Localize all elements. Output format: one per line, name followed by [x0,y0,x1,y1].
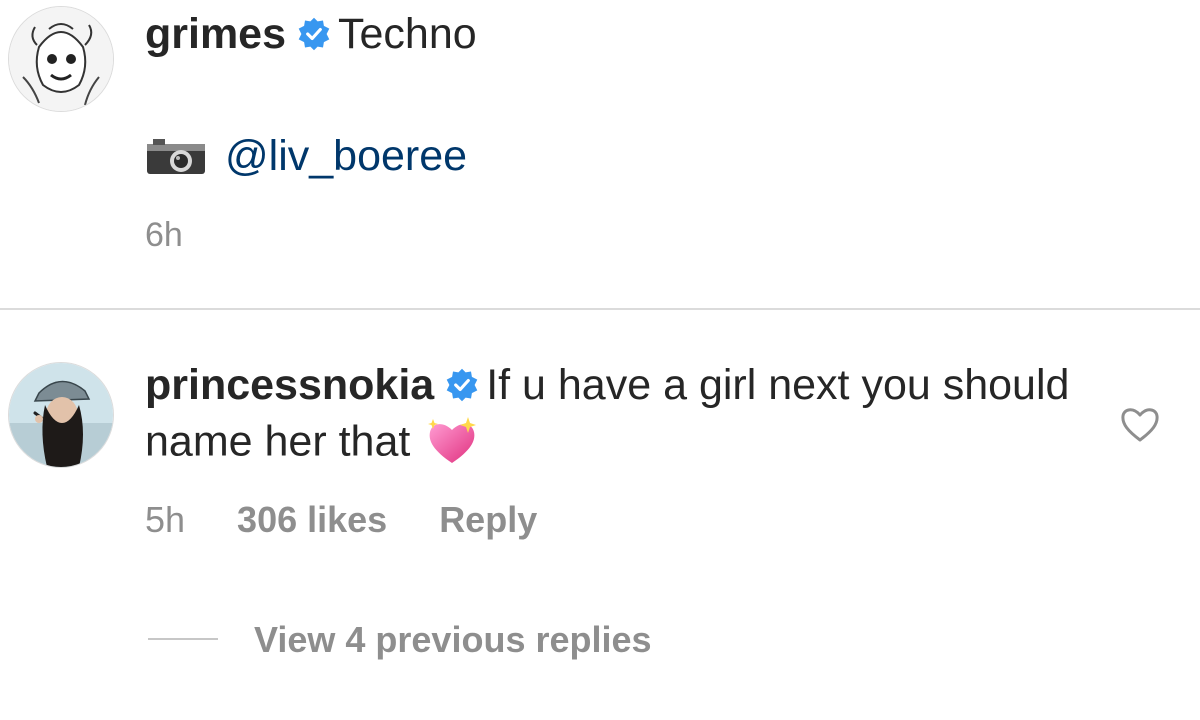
verified-badge-icon [298,17,330,50]
sketch-portrait-icon [9,7,113,111]
sparkling-heart-icon [428,417,477,463]
caption-text: Techno [338,10,477,58]
likes-count[interactable]: 306 likes [237,499,387,540]
comment-username[interactable]: princessnokia [145,361,434,409]
reply-button[interactable]: Reply [439,499,537,540]
photo-credit: @liv_boeree [145,128,467,184]
comment-body: princessnokia If u have a girl next you s… [145,358,1105,475]
view-replies-button[interactable]: View 4 previous replies [148,615,652,665]
verified-badge-icon [446,368,478,401]
mention-link[interactable]: @liv_boeree [225,132,467,180]
post-username[interactable]: grimes [145,10,286,58]
view-replies-label: View 4 previous replies [254,619,652,660]
replies-line [148,638,218,641]
like-heart-icon[interactable] [1118,402,1162,446]
comment-meta: 5h 306 likes Reply [145,495,589,545]
divider [0,308,1200,310]
profile-photo-icon [9,363,113,467]
grimes-avatar[interactable] [8,6,114,112]
post-caption: grimes Techno [145,6,477,62]
comment-timestamp: 5h [145,499,186,540]
camera-icon [147,138,205,174]
princessnokia-avatar[interactable] [8,362,114,468]
post-timestamp: 6h [145,216,183,254]
